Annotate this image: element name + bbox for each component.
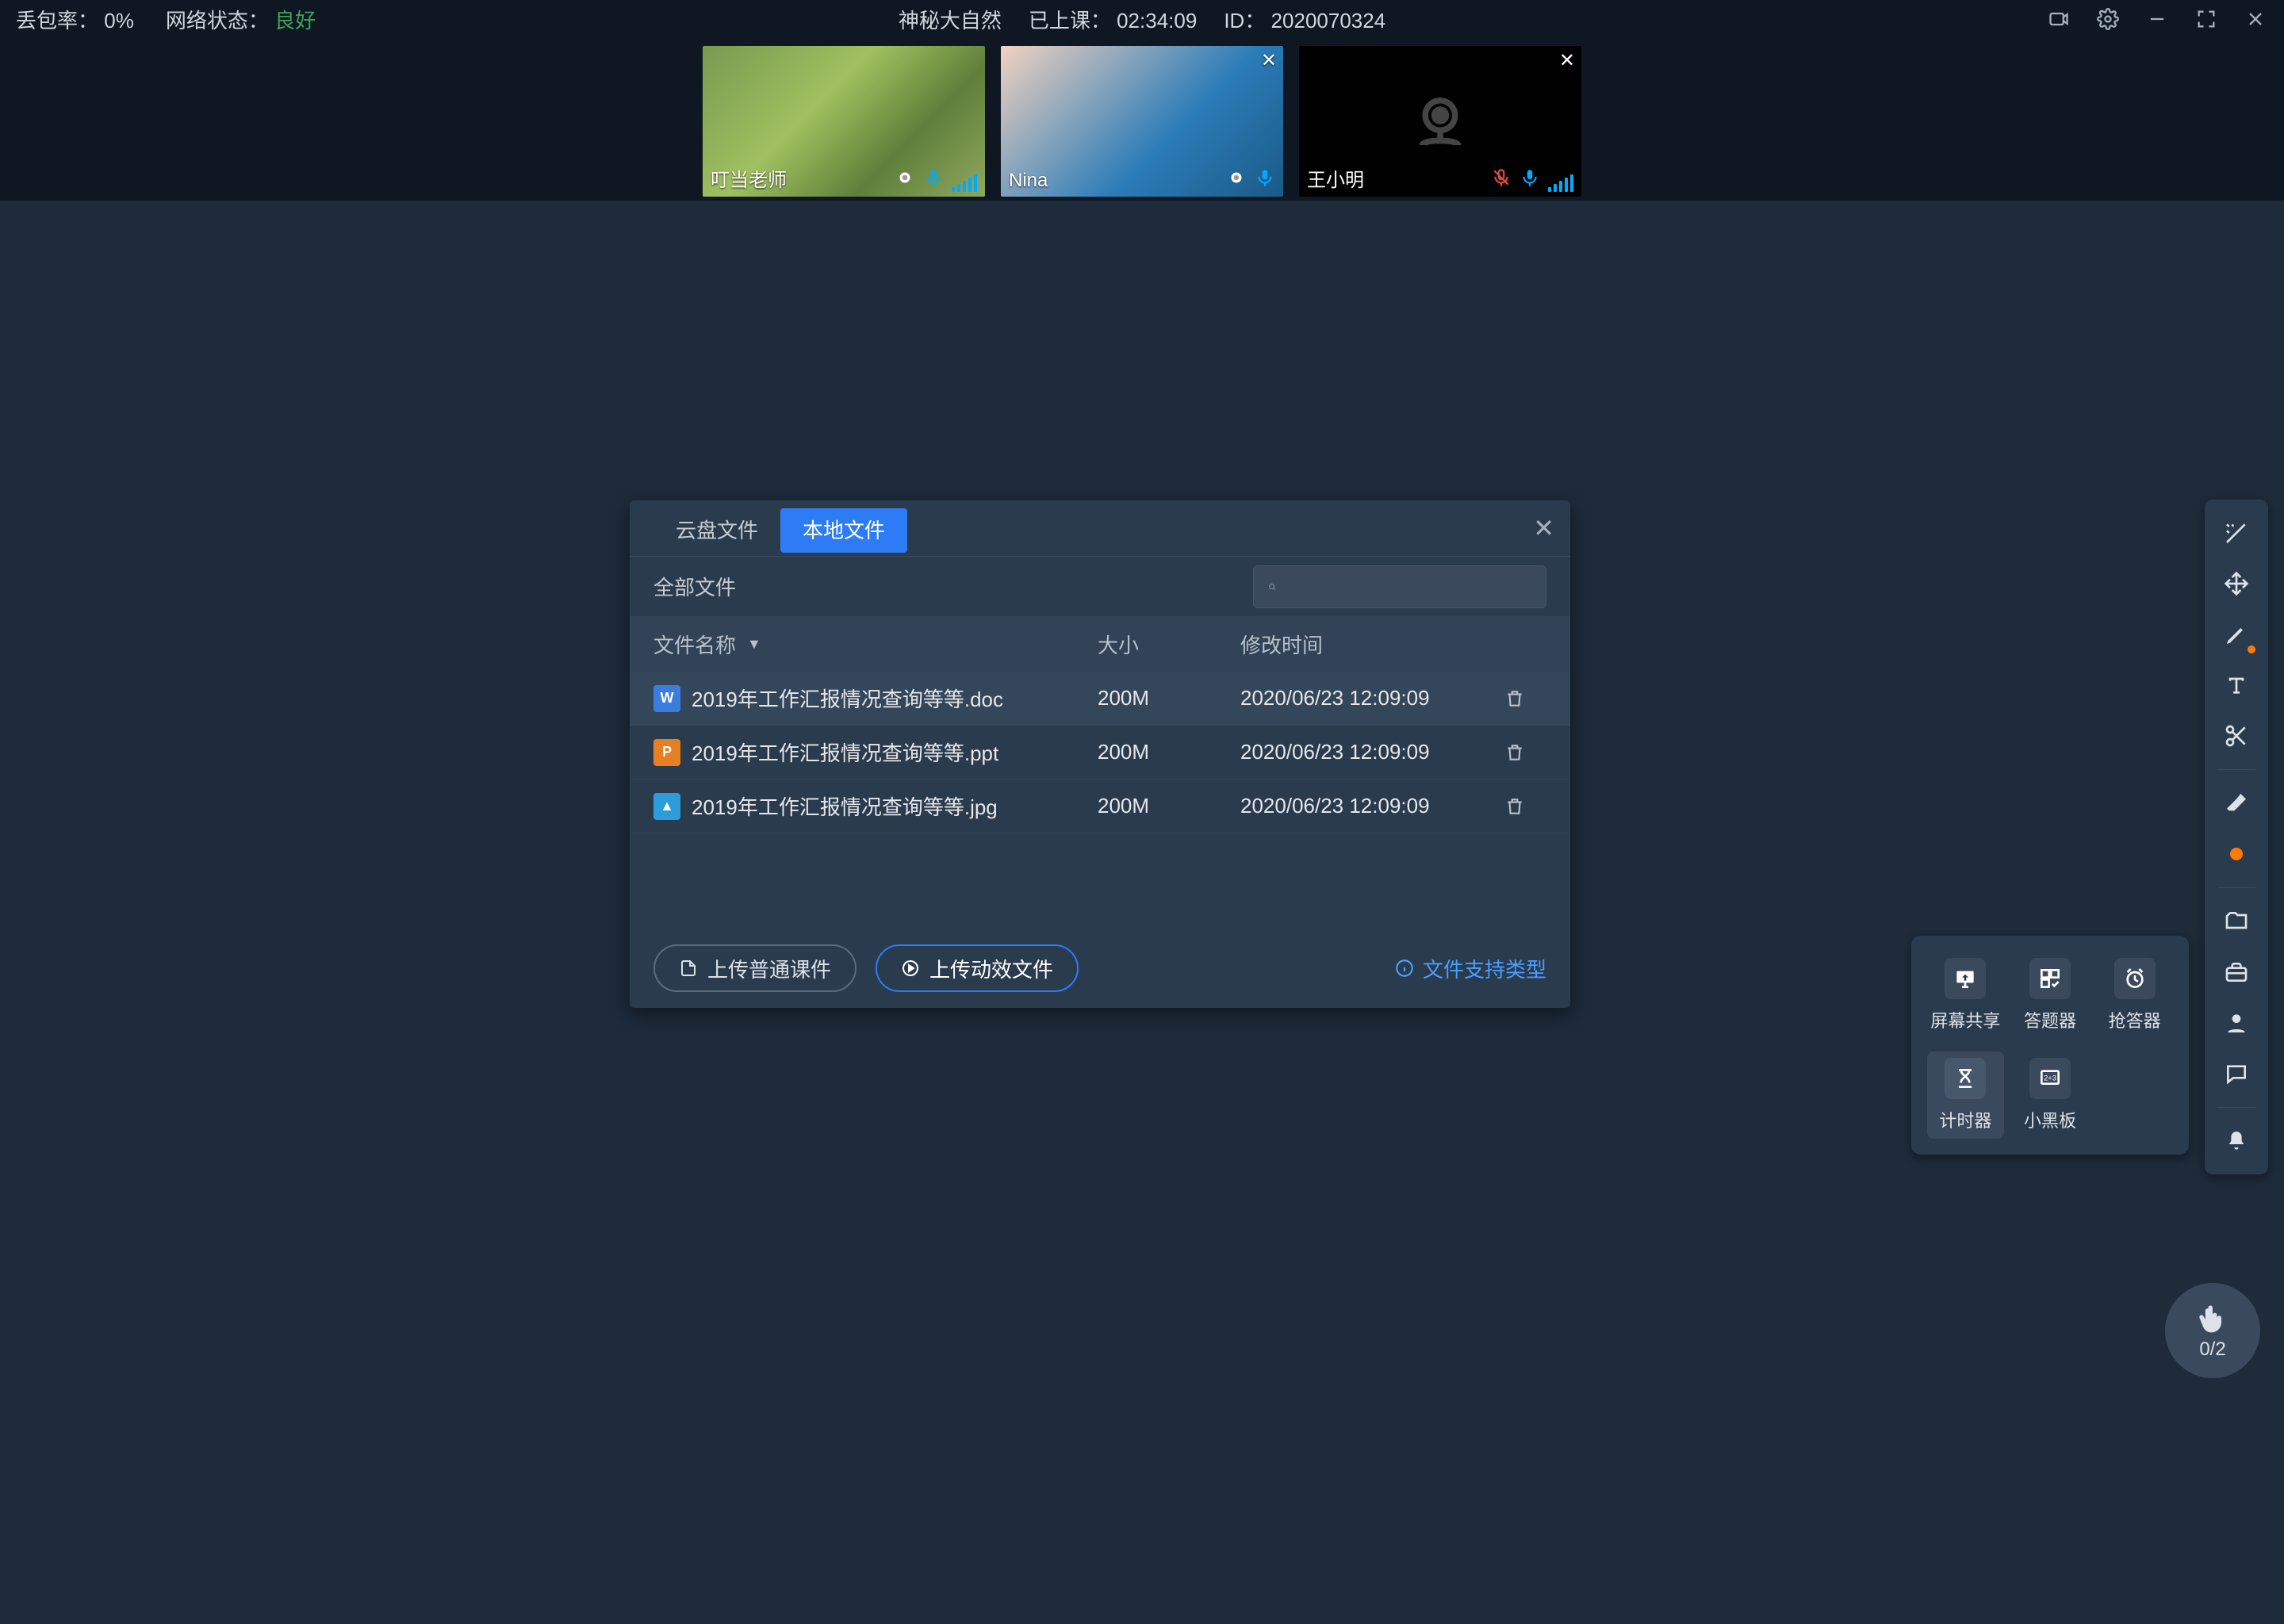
delete-file-icon[interactable] — [1483, 742, 1546, 763]
delete-file-icon[interactable] — [1483, 796, 1546, 817]
svg-text:2+3: 2+3 — [2044, 1074, 2056, 1082]
participant-name: Nina — [1009, 170, 1048, 192]
file-search-input-wrapper[interactable] — [1253, 565, 1546, 608]
search-icon — [1268, 576, 1276, 597]
column-size[interactable]: 大小 — [1098, 630, 1240, 659]
id-label: ID： — [1224, 9, 1265, 33]
tool-chat[interactable] — [2213, 1050, 2260, 1097]
file-size: 200M — [1098, 686, 1240, 710]
tool-laser-pointer[interactable] — [2213, 509, 2260, 557]
screen-share-icon — [1945, 958, 1986, 999]
tool-participants[interactable] — [2213, 999, 2260, 1047]
hand-icon — [2195, 1300, 2230, 1335]
remove-participant-icon[interactable]: ✕ — [1559, 49, 1575, 72]
timer-icon — [1945, 1058, 1986, 1099]
close-dialog-icon[interactable]: ✕ — [1525, 505, 1562, 551]
popout-mini-blackboard[interactable]: 2+3 小黑板 — [2012, 1051, 2089, 1139]
supported-file-types-link[interactable]: 文件支持类型 — [1394, 954, 1546, 983]
network-label: 网络状态： — [166, 9, 269, 33]
tool-move[interactable] — [2213, 560, 2260, 607]
participant-video-strip: 叮当老师 ✕ Nina ✕ 王小明 — [0, 38, 2284, 201]
file-type-image-icon: ▲ — [653, 793, 680, 820]
close-window-icon[interactable] — [2243, 6, 2268, 32]
elapsed-label: 已上课： — [1029, 9, 1111, 33]
answer-tool-icon — [2029, 958, 2071, 999]
tab-cloud-files[interactable]: 云盘文件 — [653, 508, 780, 553]
breadcrumb: 全部文件 — [653, 572, 736, 601]
tool-color-picker[interactable] — [2213, 830, 2260, 878]
file-picker-dialog: 云盘文件 本地文件 ✕ 全部文件 文件名称 ▼ 大小 修改时间 W 2019年工作… — [630, 500, 1570, 1008]
tool-toolbox[interactable] — [2213, 948, 2260, 996]
tab-local-files[interactable]: 本地文件 — [780, 508, 907, 553]
file-dialog-footer: 上传普通课件 上传动效文件 文件支持类型 — [630, 929, 1570, 1008]
sort-desc-icon: ▼ — [747, 636, 761, 653]
participant-tile-nina[interactable]: ✕ Nina — [1001, 46, 1283, 197]
mic-on-icon — [1255, 167, 1275, 192]
remove-participant-icon[interactable]: ✕ — [1261, 49, 1277, 72]
file-name: 2019年工作汇报情况查询等等.ppt — [692, 737, 998, 767]
buzzer-icon — [2114, 958, 2156, 999]
settings-icon[interactable] — [2095, 6, 2121, 32]
tool-pen[interactable] — [2213, 611, 2260, 658]
tool-files[interactable] — [2213, 898, 2260, 945]
room-title: 神秘大自然 — [899, 5, 1002, 34]
signal-strength-icon — [1548, 174, 1573, 192]
file-type-doc-icon: W — [653, 685, 680, 712]
mini-blackboard-icon: 2+3 — [2029, 1058, 2071, 1099]
file-size: 200M — [1098, 794, 1240, 818]
participant-name: 王小明 — [1307, 164, 1364, 192]
popout-buzzer[interactable]: 抢答器 — [2096, 952, 2173, 1039]
camera-on-icon — [1226, 167, 1247, 192]
file-dialog-tabs: 云盘文件 本地文件 ✕ — [630, 500, 1570, 556]
popout-timer[interactable]: 计时器 — [1927, 1051, 2004, 1139]
mic-on-icon — [1519, 167, 1540, 192]
topbar-center: 神秘大自然 已上课： 02:34:09 ID： 2020070324 — [899, 5, 1385, 34]
participant-name: 叮当老师 — [711, 164, 787, 192]
upload-animated-button[interactable]: 上传动效文件 — [876, 944, 1079, 992]
camera-on-icon — [895, 167, 915, 192]
file-size: 200M — [1098, 740, 1240, 764]
file-search-input[interactable] — [1286, 576, 1531, 598]
mic-on-icon — [923, 167, 944, 192]
file-name: 2019年工作汇报情况查询等等.jpg — [692, 791, 998, 821]
tool-scissors[interactable] — [2213, 712, 2260, 760]
file-row[interactable]: P 2019年工作汇报情况查询等等.ppt 200M 2020/06/23 12:… — [630, 726, 1570, 779]
file-mtime: 2020/06/23 12:09:09 — [1240, 686, 1483, 710]
packet-loss-value: 0% — [104, 9, 134, 33]
popout-answer-tool[interactable]: 答题器 — [2012, 952, 2089, 1039]
mic-muted-icon — [1491, 167, 1512, 192]
file-mtime: 2020/06/23 12:09:09 — [1240, 794, 1483, 818]
fullscreen-icon[interactable] — [2194, 6, 2219, 32]
participant-tile-wangxiaoming[interactable]: ✕ 王小明 — [1299, 46, 1581, 197]
minimize-icon[interactable] — [2144, 6, 2170, 32]
id-value: 2020070324 — [1271, 9, 1386, 33]
file-dialog-search-row: 全部文件 — [630, 556, 1570, 616]
file-table-header: 文件名称 ▼ 大小 修改时间 — [630, 616, 1570, 672]
packet-loss-label: 丢包率： — [16, 9, 98, 33]
column-mtime[interactable]: 修改时间 — [1240, 630, 1483, 659]
file-mtime: 2020/06/23 12:09:09 — [1240, 740, 1483, 764]
elapsed-value: 02:34:09 — [1117, 9, 1197, 33]
top-status-bar: 丢包率： 0% 网络状态： 良好 神秘大自然 已上课： 02:34:09 ID：… — [0, 0, 2284, 38]
raise-hand-count: 0/2 — [2199, 1339, 2225, 1361]
file-name: 2019年工作汇报情况查询等等.doc — [692, 684, 1003, 713]
raise-hand-button[interactable]: 0/2 — [2165, 1283, 2260, 1378]
signal-strength-icon — [952, 174, 977, 192]
column-name[interactable]: 文件名称 ▼ — [653, 630, 1098, 659]
delete-file-icon[interactable] — [1483, 688, 1546, 709]
file-row[interactable]: W 2019年工作汇报情况查询等等.doc 200M 2020/06/23 12:… — [630, 672, 1570, 726]
camera-switch-icon[interactable] — [2046, 6, 2071, 32]
participant-tile-teacher[interactable]: 叮当老师 — [703, 46, 985, 197]
tool-bell[interactable] — [2213, 1117, 2260, 1165]
whiteboard-toolbar — [2205, 500, 2268, 1174]
file-row[interactable]: ▲ 2019年工作汇报情况查询等等.jpg 200M 2020/06/23 12:… — [630, 779, 1570, 833]
tool-text[interactable] — [2213, 661, 2260, 709]
file-type-ppt-icon: P — [653, 739, 680, 766]
network-value: 良好 — [274, 9, 316, 33]
tool-eraser[interactable] — [2213, 779, 2260, 827]
tool-active-indicator-icon — [2248, 645, 2255, 653]
popout-screen-share[interactable]: 屏幕共享 — [1927, 952, 2004, 1039]
toolbox-popout-panel: 屏幕共享 答题器 抢答器 计时器 2+3 小黑板 — [1911, 936, 2189, 1155]
upload-normal-button[interactable]: 上传普通课件 — [653, 944, 856, 992]
